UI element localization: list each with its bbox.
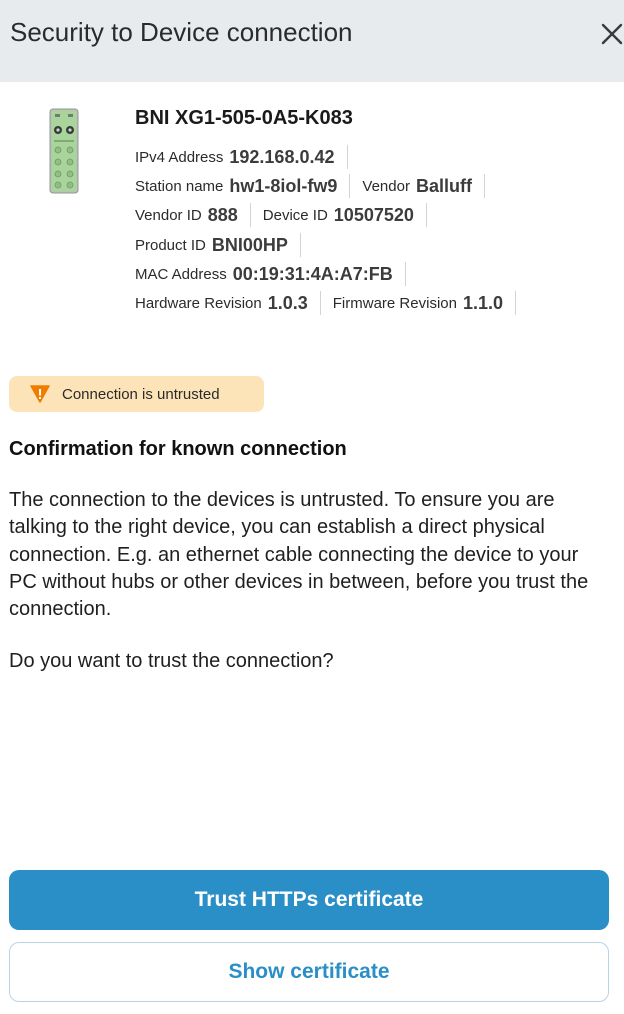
device-name: BNI XG1-505-0A5-K083: [135, 107, 353, 129]
device-prop-hardware-revision: Hardware Revision 1.0.3: [135, 291, 321, 315]
prop-label: Vendor ID: [135, 206, 202, 224]
device-prop-row-station: Station name hw1-8iol-fw9 Vendor Balluff: [135, 174, 497, 198]
dialog-header: Security to Device connection: [0, 0, 624, 82]
prop-label: Firmware Revision: [332, 294, 457, 312]
prop-label: Hardware Revision: [135, 294, 262, 312]
close-icon: [601, 23, 623, 45]
device-prop-station-name: Station name hw1-8iol-fw9: [135, 174, 351, 198]
prop-value: 1.0.3: [267, 292, 308, 313]
device-prop-vendor-id: Vendor ID 888: [135, 203, 251, 227]
dialog-title: Security to Device connection: [10, 17, 353, 47]
prop-label: Station name: [135, 177, 224, 195]
device-prop-vendor: Vendor Balluff: [362, 174, 485, 198]
prop-label: MAC Address: [135, 265, 227, 283]
device-prop-row-mac: MAC Address 00:19:31:4A:A7:FB: [135, 262, 418, 286]
close-button[interactable]: [600, 22, 624, 46]
device-prop-row-revisions: Hardware Revision 1.0.3 Firmware Revisio…: [135, 291, 528, 315]
device-prop-firmware-revision: Firmware Revision 1.1.0: [332, 291, 517, 315]
device-prop-device-id: Device ID 10507520: [263, 203, 427, 227]
trust-certificate-button[interactable]: Trust HTTPs certificate: [9, 870, 609, 930]
warning-icon: [30, 385, 50, 403]
confirmation-title: Confirmation for known connection: [9, 438, 347, 460]
prop-value: Balluff: [415, 175, 472, 196]
prop-value: 888: [207, 204, 238, 225]
prop-value: 00:19:31:4A:A7:FB: [232, 263, 393, 284]
status-badge: Connection is untrusted: [9, 376, 264, 412]
device-prop-row-product: Product ID BNI00HP: [135, 233, 313, 257]
prop-value: 192.168.0.42: [229, 146, 335, 167]
confirmation-body: The connection to the devices is untrust…: [9, 489, 589, 621]
show-certificate-button[interactable]: Show certificate: [9, 942, 609, 1002]
prop-label: IPv4 Address: [135, 148, 224, 166]
confirmation-question: Do you want to trust the connection?: [9, 650, 334, 672]
device-prop-product-id: Product ID BNI00HP: [135, 233, 301, 257]
prop-value: BNI00HP: [211, 234, 288, 255]
prop-value: 10507520: [333, 204, 414, 225]
prop-label: Product ID: [135, 236, 206, 254]
device-image: [49, 108, 79, 194]
device-prop-row-ip: IPv4 Address 192.168.0.42: [135, 145, 360, 169]
device-prop-row-ids: Vendor ID 888 Device ID 10507520: [135, 203, 439, 227]
status-badge-label: Connection is untrusted: [62, 385, 220, 403]
device-prop-ipv4: IPv4 Address 192.168.0.42: [135, 145, 348, 169]
prop-label: Vendor: [362, 177, 410, 195]
prop-value: hw1-8iol-fw9: [229, 175, 338, 196]
prop-label: Device ID: [262, 206, 328, 224]
device-prop-mac-address: MAC Address 00:19:31:4A:A7:FB: [135, 262, 406, 286]
prop-value: 1.1.0: [462, 292, 504, 313]
